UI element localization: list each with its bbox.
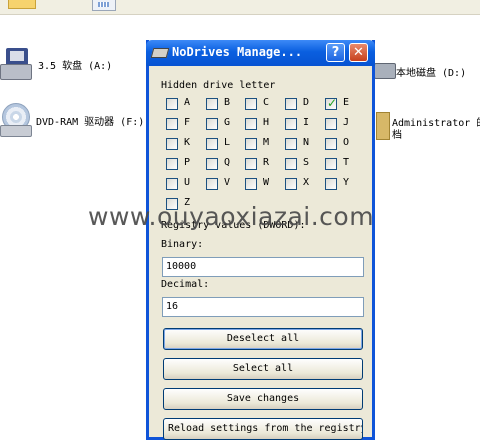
view-icon[interactable] <box>92 0 116 11</box>
floppy-drive-icon <box>0 48 32 80</box>
checkbox-drive-a[interactable] <box>166 98 178 110</box>
hard-disk-icon <box>374 63 396 79</box>
decimal-label: Decimal: <box>161 279 210 290</box>
checkbox-label-d: D <box>303 97 310 108</box>
checkbox-label-p: P <box>184 157 191 168</box>
checkbox-label-t: T <box>343 157 350 168</box>
checkbox-label-o: O <box>343 137 350 148</box>
watermark-text: www.ouyaoxiazai.com <box>88 202 375 231</box>
hidden-drive-label: Hidden drive letter <box>161 80 276 91</box>
drive-item-f[interactable]: DVD-RAM 驱动器 (F:) <box>0 103 144 137</box>
checkbox-drive-d[interactable] <box>285 98 297 110</box>
help-button[interactable]: ? <box>326 43 345 62</box>
checkbox-label-e: E <box>343 97 350 108</box>
checkbox-drive-q[interactable] <box>206 158 218 170</box>
checkbox-drive-e[interactable] <box>325 96 337 110</box>
checkbox-label-c: C <box>263 97 270 108</box>
decimal-field[interactable]: 16 <box>162 297 364 317</box>
checkbox-drive-c[interactable] <box>245 98 257 110</box>
checkbox-drive-g[interactable] <box>206 118 218 130</box>
checkbox-drive-f[interactable] <box>166 118 178 130</box>
checkbox-drive-u[interactable] <box>166 178 178 190</box>
checkbox-label-f: F <box>184 117 191 128</box>
checkbox-drive-x[interactable] <box>285 178 297 190</box>
folder-icon[interactable] <box>8 0 36 9</box>
checkbox-label-h: H <box>263 117 270 128</box>
binary-field[interactable]: 10000 <box>162 257 364 277</box>
window-title: NoDrives Manage... <box>172 45 303 59</box>
close-button[interactable]: ✕ <box>349 43 368 62</box>
checkbox-label-x: X <box>303 177 310 188</box>
checkbox-drive-s[interactable] <box>285 158 297 170</box>
checkbox-label-j: J <box>343 117 350 128</box>
checkbox-drive-r[interactable] <box>245 158 257 170</box>
checkbox-label-q: Q <box>224 157 231 168</box>
checkbox-label-g: G <box>224 117 231 128</box>
deselect-all-button[interactable]: Deselect all <box>163 328 363 350</box>
checkbox-label-i: I <box>303 117 310 128</box>
checkbox-label-k: K <box>184 137 191 148</box>
checkbox-label-y: Y <box>343 177 350 188</box>
select-all-button[interactable]: Select all <box>163 358 363 380</box>
checkbox-drive-j[interactable] <box>325 118 337 130</box>
drive-item-d[interactable]: 本地磁盘 (D:) <box>374 63 466 79</box>
checkbox-label-l: L <box>224 137 231 148</box>
checkbox-label-a: A <box>184 97 191 108</box>
checkbox-drive-n[interactable] <box>285 138 297 150</box>
save-changes-button[interactable]: Save changes <box>163 388 363 410</box>
checkbox-drive-m[interactable] <box>245 138 257 150</box>
checkbox-label-r: R <box>263 157 270 168</box>
binary-label: Binary: <box>161 239 204 250</box>
title-bar[interactable]: NoDrives Manage... ? ✕ <box>146 40 375 66</box>
checkbox-drive-i[interactable] <box>285 118 297 130</box>
checkbox-label-v: V <box>224 177 231 188</box>
dvd-drive-icon <box>0 103 32 137</box>
checkbox-drive-h[interactable] <box>245 118 257 130</box>
checkbox-label-b: B <box>224 97 231 108</box>
checkbox-drive-y[interactable] <box>325 178 337 190</box>
checkbox-drive-o[interactable] <box>325 138 337 150</box>
checkbox-drive-w[interactable] <box>245 178 257 190</box>
checkbox-drive-k[interactable] <box>166 138 178 150</box>
reload-settings-button[interactable]: Reload settings from the registry <box>163 418 363 440</box>
checkbox-label-s: S <box>303 157 310 168</box>
drive-label-d: 本地磁盘 (D:) <box>396 67 467 79</box>
app-icon <box>150 48 170 58</box>
checkbox-drive-l[interactable] <box>206 138 218 150</box>
checkbox-label-w: W <box>263 177 270 188</box>
checkbox-drive-p[interactable] <box>166 158 178 170</box>
checkbox-label-u: U <box>184 177 191 188</box>
drive-label-f: DVD-RAM 驱动器 (F:) <box>36 116 145 128</box>
explorer-toolbar <box>0 0 480 15</box>
folder-label: Administrator 的 <box>392 118 480 129</box>
drive-item-a[interactable]: 3.5 软盘 (A:) <box>0 48 113 80</box>
checkbox-drive-b[interactable] <box>206 98 218 110</box>
checkbox-drive-v[interactable] <box>206 178 218 190</box>
checkbox-label-m: M <box>263 137 270 148</box>
folder-label-line2: 档 <box>392 130 402 141</box>
drive-label-a: 3.5 软盘 (A:) <box>38 60 113 72</box>
nodrives-dialog: NoDrives Manage... ? ✕ Hidden drive lett… <box>146 40 375 440</box>
checkbox-drive-t[interactable] <box>325 158 337 170</box>
checkbox-label-n: N <box>303 137 310 148</box>
folder-icon <box>376 112 390 140</box>
